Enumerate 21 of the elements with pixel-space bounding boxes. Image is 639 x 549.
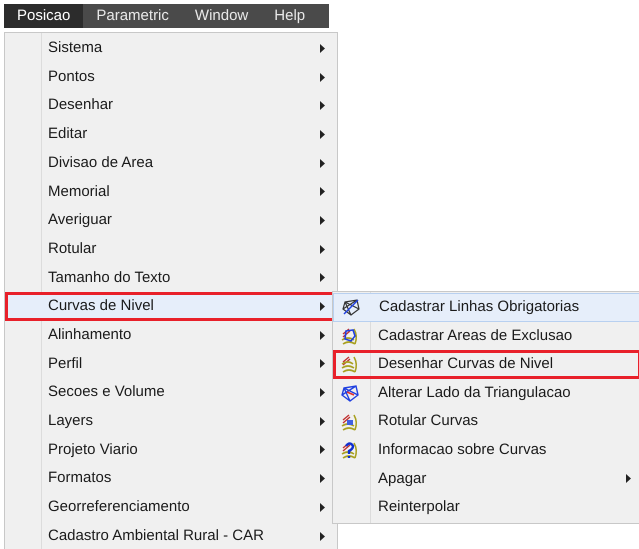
menu-item[interactable]: Rotular — [5, 234, 337, 264]
menu-item[interactable]: Tamanho do Texto — [5, 264, 337, 292]
menu-bar-item[interactable]: Window — [182, 4, 262, 28]
menu-item[interactable]: Memorial — [5, 177, 337, 206]
menu-bar-item[interactable]: Parametric — [83, 4, 182, 28]
contour-label-icon — [340, 412, 360, 432]
contour-lines-icon — [340, 354, 360, 374]
triangle-net-icon — [340, 383, 360, 404]
menu-item[interactable]: Cadastro Ambiental Rural - CAR — [5, 522, 337, 549]
menu-item[interactable]: Averiguar — [5, 206, 337, 235]
contour-area-icon — [340, 326, 360, 346]
menu-item[interactable]: Cadastrar Linhas Obrigatorias — [333, 293, 639, 322]
menu-item[interactable]: Editar — [5, 120, 337, 149]
menu-item[interactable]: Sistema — [5, 34, 337, 63]
menu-item[interactable]: Divisao de Area — [5, 148, 337, 178]
menu-bar-item[interactable]: Posicao — [4, 4, 84, 28]
menu-item[interactable]: Pontos — [5, 62, 337, 92]
menu-item[interactable]: Desenhar — [5, 91, 337, 120]
menu-bar-item[interactable]: Help — [261, 4, 318, 28]
contour-question-icon — [340, 440, 360, 460]
triangle-net-icon — [341, 297, 361, 318]
